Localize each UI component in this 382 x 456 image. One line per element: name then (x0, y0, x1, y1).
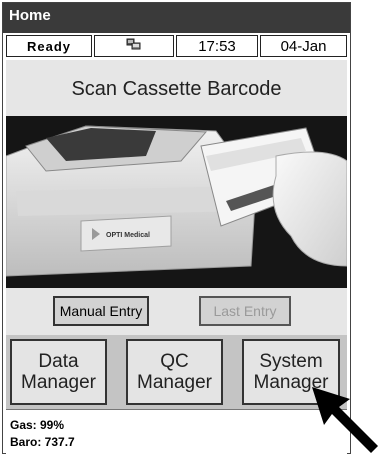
status-footer: Gas: 99% Baro: 737.7 (6, 409, 347, 454)
network-status-cell (94, 35, 174, 57)
last-entry-button[interactable]: Last Entry (199, 296, 291, 326)
gas-readout: Gas: 99% (10, 418, 65, 432)
baro-readout: Baro: 737.7 (10, 435, 75, 449)
brand-label: OPTI Medical (106, 232, 150, 239)
manual-entry-button[interactable]: Manual Entry (53, 296, 149, 326)
page-title: Home (9, 7, 51, 24)
pointer-arrow-icon (312, 387, 378, 453)
data-manager-button[interactable]: Data Manager (10, 339, 107, 405)
status-bar: Ready 17:53 04-Jan (6, 35, 347, 57)
status-time: 17:53 (176, 35, 258, 57)
device-screen: Home Ready 17:53 04-Jan Scan Cassette Ba… (2, 2, 351, 454)
qc-manager-line1: QC (160, 351, 189, 372)
data-manager-line1: Data (38, 351, 79, 372)
scan-prompt: Scan Cassette Barcode (71, 78, 282, 100)
analyzer-photo: OPTI Medical (6, 116, 347, 288)
qc-manager-line2: Manager (137, 372, 212, 393)
title-bar: Home (3, 3, 350, 33)
network-icon (126, 37, 142, 55)
system-manager-line1: System (259, 351, 323, 372)
status-date: 04-Jan (260, 35, 347, 57)
qc-manager-button[interactable]: QC Manager (126, 339, 223, 405)
status-ready: Ready (6, 35, 92, 57)
data-manager-line2: Manager (21, 372, 96, 393)
